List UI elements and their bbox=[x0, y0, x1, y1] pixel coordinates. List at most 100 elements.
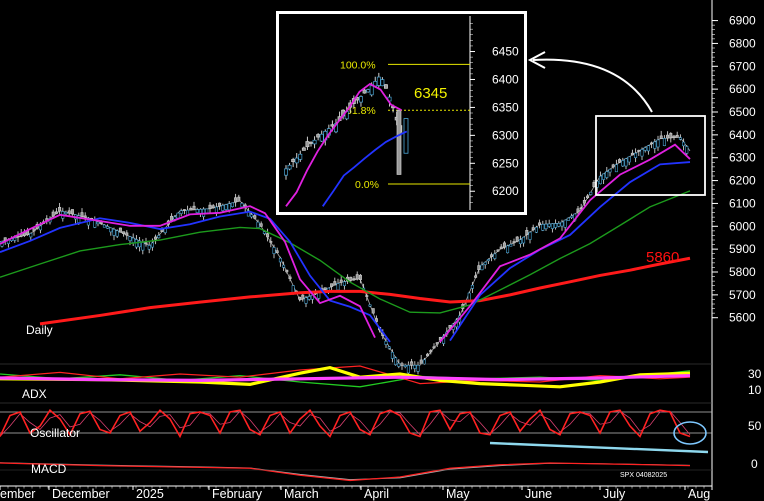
inset-candle-up bbox=[366, 89, 371, 93]
candle-down bbox=[630, 152, 634, 156]
candle-up bbox=[131, 237, 135, 243]
inset-candle-up bbox=[369, 85, 374, 96]
candle-down bbox=[80, 212, 84, 217]
candle-up bbox=[390, 351, 394, 359]
candle-up bbox=[102, 224, 106, 228]
candle-down bbox=[125, 232, 129, 236]
inset-candle-up bbox=[298, 153, 303, 160]
candle-down bbox=[582, 199, 586, 204]
zoom-region-box bbox=[595, 115, 706, 196]
price-tick-label: 5800 bbox=[729, 265, 756, 279]
chart-canvas: 6900 6800 6700 6600 6500 6400 6300 6200 6100 6000… bbox=[0, 0, 762, 501]
inset-candle-up bbox=[284, 168, 288, 176]
candle-up bbox=[598, 175, 602, 185]
candle-down bbox=[611, 164, 615, 168]
candle-down bbox=[525, 230, 529, 236]
candle-up bbox=[147, 245, 151, 250]
candle-down bbox=[70, 209, 74, 215]
time-tick-label: April bbox=[364, 487, 389, 501]
candle-up bbox=[678, 137, 682, 140]
inset-candle-up bbox=[359, 96, 363, 103]
time-tick-label: 2025 bbox=[136, 487, 164, 501]
candle-up bbox=[96, 221, 100, 225]
candle-down bbox=[512, 241, 516, 244]
time-tick-label: May bbox=[446, 487, 470, 501]
candle-up bbox=[518, 239, 522, 245]
candle-up bbox=[157, 235, 161, 239]
candle-up bbox=[602, 173, 606, 180]
candle-down bbox=[675, 134, 679, 138]
candle-up bbox=[13, 237, 17, 241]
candle-up bbox=[387, 346, 391, 349]
candle-down bbox=[502, 242, 506, 248]
candle-up bbox=[621, 160, 625, 167]
candle-up bbox=[29, 233, 33, 238]
candle-up bbox=[627, 156, 631, 163]
candle-up bbox=[336, 283, 340, 291]
candle-down bbox=[419, 359, 423, 365]
candle-up bbox=[570, 215, 574, 218]
candle-down bbox=[288, 276, 292, 280]
candle-up bbox=[112, 229, 116, 236]
candle-down bbox=[490, 254, 494, 257]
candle-up bbox=[397, 362, 401, 367]
candle-up bbox=[128, 236, 132, 241]
candle-down bbox=[330, 283, 334, 287]
candle-down bbox=[586, 195, 590, 199]
candle-up bbox=[685, 146, 689, 154]
fib-level-label: 0.0% bbox=[355, 179, 379, 191]
candle-down bbox=[301, 294, 305, 300]
candle-up bbox=[662, 138, 666, 147]
candle-down bbox=[618, 159, 622, 163]
inset-candle-down bbox=[301, 147, 306, 151]
candle-down bbox=[182, 209, 186, 211]
candle-up bbox=[483, 261, 487, 265]
candle-up bbox=[227, 203, 231, 211]
candle-down bbox=[259, 223, 263, 227]
inset-price-tick-label: 6200 bbox=[492, 184, 519, 198]
candle-down bbox=[339, 279, 343, 283]
candle-up bbox=[205, 208, 209, 214]
candle-down bbox=[298, 296, 302, 300]
candle-down bbox=[237, 196, 241, 202]
zoom-arrow bbox=[532, 58, 653, 113]
candle-down bbox=[218, 202, 222, 207]
candle-down bbox=[669, 133, 673, 139]
candle-up bbox=[547, 223, 551, 227]
candle-down bbox=[349, 276, 353, 281]
candle-down bbox=[67, 210, 71, 214]
candle-up bbox=[624, 158, 628, 167]
candle-up bbox=[384, 340, 388, 345]
time-tick-label: ember bbox=[0, 487, 35, 501]
candle-up bbox=[480, 264, 484, 271]
candle-down bbox=[637, 149, 641, 152]
inset-candle-down bbox=[316, 134, 321, 138]
candle-down bbox=[371, 308, 375, 314]
candle-up bbox=[682, 141, 686, 147]
candle-up bbox=[115, 230, 119, 237]
candle-up bbox=[470, 284, 474, 289]
candle-up bbox=[262, 231, 266, 235]
candle-up bbox=[640, 149, 644, 157]
candle-down bbox=[51, 211, 55, 217]
candle-down bbox=[429, 350, 433, 353]
candle-up bbox=[528, 231, 532, 240]
candle-down bbox=[576, 208, 580, 213]
candle-down bbox=[358, 274, 362, 280]
candle-up bbox=[224, 204, 228, 210]
candle-up bbox=[307, 296, 311, 300]
inset-candle-up bbox=[380, 79, 385, 87]
inset-candle-down bbox=[384, 84, 388, 89]
candle-up bbox=[106, 226, 110, 229]
candle-up bbox=[256, 221, 260, 229]
inset-price-tick-label: 6300 bbox=[492, 128, 519, 142]
candle-up bbox=[646, 145, 650, 152]
candle-up bbox=[522, 236, 526, 244]
level-label-6345: 6345 bbox=[414, 85, 447, 102]
candle-up bbox=[240, 202, 244, 208]
candle-up bbox=[608, 168, 612, 173]
candle-down bbox=[266, 233, 270, 238]
candle-down bbox=[477, 265, 481, 270]
price-tick-label: 6300 bbox=[729, 151, 756, 165]
candle-down bbox=[538, 222, 542, 226]
